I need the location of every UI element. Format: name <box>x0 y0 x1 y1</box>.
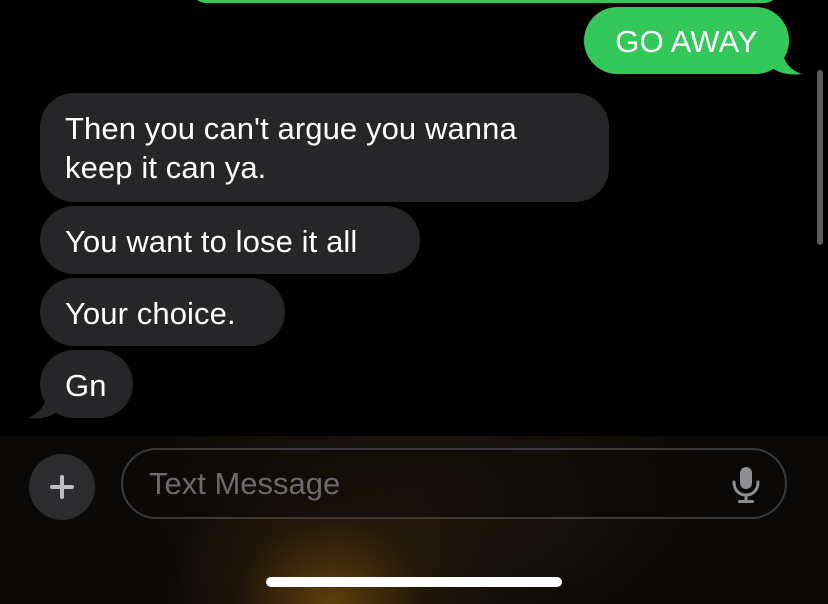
incoming-message-bubble[interactable]: Then you can't argue you wanna keep it c… <box>40 93 609 202</box>
message-thread[interactable]: GO AWAY Then you can't argue you wanna k… <box>0 0 828 436</box>
add-attachment-button[interactable] <box>29 454 95 520</box>
text-message-field[interactable] <box>121 448 787 519</box>
microphone-icon[interactable] <box>731 466 761 504</box>
home-indicator[interactable] <box>266 577 562 587</box>
incoming-message-text: Your choice. <box>65 296 236 331</box>
incoming-message-bubble[interactable]: You want to lose it all <box>40 206 420 274</box>
outgoing-message-text: GO AWAY <box>615 24 758 59</box>
outgoing-message-bubble[interactable]: GO AWAY <box>584 7 789 74</box>
incoming-message-line: keep it can ya. <box>65 150 267 185</box>
incoming-message-bubble[interactable]: Your choice. <box>40 278 285 346</box>
messages-screen: GO AWAY Then you can't argue you wanna k… <box>0 0 828 604</box>
incoming-message-line: Then you can't argue you wanna <box>65 111 517 146</box>
incoming-message-text: Gn <box>65 368 107 403</box>
incoming-message-text: You want to lose it all <box>65 224 358 259</box>
outgoing-bubble-tail <box>768 50 802 75</box>
plus-icon <box>50 475 74 499</box>
message-composer <box>0 436 828 604</box>
incoming-message-bubble[interactable]: Gn <box>40 350 133 418</box>
text-message-input[interactable] <box>149 450 719 517</box>
scroll-indicator[interactable] <box>817 70 823 245</box>
previous-outgoing-bubble-partial <box>190 0 780 3</box>
